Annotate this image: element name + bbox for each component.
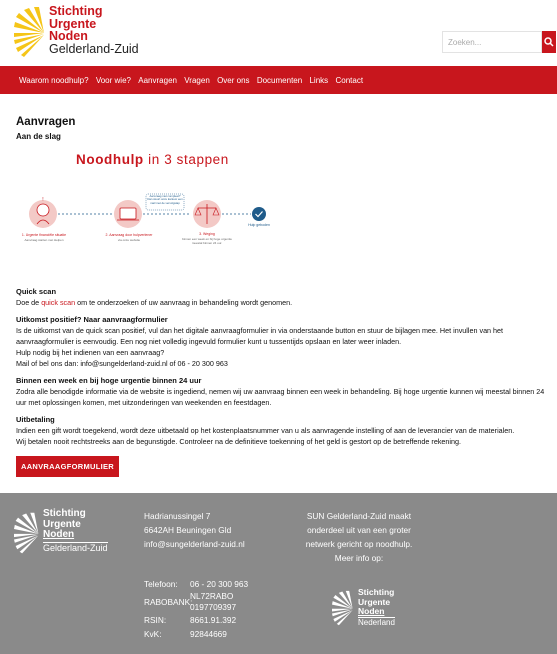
payment-text-1: Indien een gift wordt toegekend, wordt d… — [16, 426, 515, 435]
page-title: Aanvragen — [16, 116, 76, 128]
footer-address: Hadrianussingel 7 6642AH Beuningen Gld i… — [144, 509, 245, 551]
positive-contact: Mail of bel ons dan: info@sungelderland-… — [16, 359, 228, 368]
footer-bank-value-1: NL72RABO — [190, 591, 234, 601]
quickscan-text: Doe de quick scan om te onderzoeken of u… — [16, 297, 556, 308]
process-infographic: Noodhulp in 3 stappen ! 1. Urgente finan… — [16, 152, 316, 252]
search-icon — [544, 37, 554, 47]
quickscan-text-pre: Doe de — [16, 298, 42, 307]
nav-item-vragen[interactable]: Vragen — [184, 76, 210, 85]
site-logo[interactable]: Stichting Urgente Noden Gelderland-Zuid — [14, 3, 154, 63]
sun-rays-icon — [332, 590, 353, 626]
footer-network-line-2: onderdeel uit van een groter — [307, 525, 411, 535]
footer-bank-value-2: 0197709397 — [190, 602, 237, 612]
footer-logo-line-1: Stichting — [43, 508, 86, 519]
nav-item-voor-wie[interactable]: Voor wie? — [96, 76, 131, 85]
footer-city: 6642AH Beuningen Gld — [144, 525, 232, 535]
footer-contact: Telefoon: 06 - 20 300 963 RABOBANK: NL72… — [144, 577, 248, 641]
footer-logo-line-3: Noden — [43, 529, 75, 540]
quickscan-link[interactable]: quick scan — [41, 298, 75, 307]
nav-item-waarom-noodhulp[interactable]: Waarom noodhulp? — [19, 76, 89, 85]
aanvraagformulier-button[interactable]: AANVRAAGFORMULIER — [16, 456, 119, 477]
page-subtitle: Aan de slag — [16, 132, 61, 141]
nav-item-aanvragen[interactable]: Aanvragen — [138, 76, 177, 85]
site-footer: Stichting Urgente Noden Gelderland-Zuid … — [0, 493, 557, 654]
footer-street: Hadrianussingel 7 — [144, 511, 211, 521]
week-text: Zodra alle benodigde informatie via de w… — [16, 387, 545, 407]
footer-network-line-4: Meer info op: — [334, 553, 384, 563]
footer-network-line-1: SUN Gelderland-Zuid maakt — [306, 511, 412, 521]
footer-kvk-key: KvK: — [144, 629, 162, 639]
svg-text:!: ! — [42, 197, 43, 203]
footer-bank-row: RABOBANK: NL72RABO 0197709397 — [144, 591, 248, 613]
footer-logo[interactable]: Stichting Urgente Noden Gelderland-Zuid — [14, 508, 134, 569]
footer-logo-nederland[interactable]: Stichting Urgente Noden Nederland — [332, 587, 432, 633]
week-heading: Binnen een week en bij hoge urgentie bin… — [16, 376, 202, 385]
step3-label: 3. Weging — [199, 232, 215, 236]
step1-label: 1. Urgente financiële situatie — [21, 233, 67, 237]
nav-item-links[interactable]: Links — [309, 76, 328, 85]
footer-phone-row: Telefoon: 06 - 20 300 963 — [144, 577, 248, 591]
content-sections: Quick scan Doe de quick scan om te onder… — [16, 286, 556, 453]
logo-wordmark: Stichting Urgente Noden Gelderland-Zuid — [49, 5, 139, 55]
logo-line-1: Stichting — [49, 4, 103, 18]
section-payment: Uitbetaling Indien een gift wordt toegek… — [16, 414, 556, 447]
footer-phone-value[interactable]: 06 - 20 300 963 — [190, 577, 248, 591]
main-content: Aanvragen Aan de slag Noodhulp in 3 stap… — [16, 116, 556, 477]
payment-text-2: Wij betalen nooit rechtstreeks aan de be… — [16, 437, 461, 446]
logo-line-4: Gelderland-Zuid — [49, 41, 139, 56]
step3-sub: binnen een week en bij hoge urgentie mee… — [182, 237, 232, 245]
nav-item-documenten[interactable]: Documenten — [257, 76, 302, 85]
section-week: Binnen een week en bij hoge urgentie bin… — [16, 375, 556, 408]
footer-rsin-row: RSIN: 8661.91.392 — [144, 613, 248, 627]
footer-logo2-line-3: Noden — [358, 606, 385, 616]
quickscan-text-post: om te onderzoeken of uw aanvraag in beha… — [75, 298, 293, 307]
sun-rays-icon — [14, 512, 39, 554]
footer-bank-key: RABOBANK: — [144, 597, 193, 607]
section-positive: Uitkomst positief? Naar aanvraagformulie… — [16, 314, 556, 369]
search-button[interactable] — [542, 31, 556, 53]
check-icon — [252, 207, 266, 221]
search-input[interactable] — [442, 31, 542, 53]
footer-kvk-value: 92844669 — [190, 629, 227, 639]
step2-sub: via onze website — [117, 238, 141, 242]
footer-network-text: SUN Gelderland-Zuid maakt onderdeel uit … — [300, 509, 418, 565]
positive-text: Is de uitkomst van de quick scan positie… — [16, 326, 504, 346]
main-nav: Waarom noodhulp? Voor wie? Aanvragen Vra… — [0, 66, 557, 94]
footer-kvk-row: KvK: 92844669 — [144, 627, 248, 641]
payment-heading: Uitbetaling — [16, 415, 55, 424]
quickscan-heading: Quick scan — [16, 287, 57, 296]
search-bar — [442, 31, 556, 53]
footer-phone-key: Telefoon: — [144, 579, 178, 589]
logo-line-3: Noden — [49, 29, 88, 43]
footer-rsin-key: RSIN: — [144, 615, 167, 625]
footer-logo2-wordmark: Stichting Urgente Noden Nederland — [358, 587, 395, 627]
sun-rays-icon — [14, 7, 44, 57]
site-header: Stichting Urgente Noden Gelderland-Zuid — [0, 0, 557, 66]
nav-item-over-ons[interactable]: Over ons — [217, 76, 249, 85]
footer-logo-line-4: Gelderland-Zuid — [43, 541, 108, 553]
section-quickscan: Quick scan Doe de quick scan om te onder… — [16, 286, 556, 308]
nav-item-contact[interactable]: Contact — [335, 76, 363, 85]
footer-logo-wordmark: Stichting Urgente Noden Gelderland-Zuid — [43, 508, 108, 553]
positive-heading: Uitkomst positief? Naar aanvraagformulie… — [16, 315, 168, 324]
footer-rsin-value: 8661.91.392 — [190, 615, 237, 625]
footer-email-link[interactable]: info@sungelderland-zuid.nl — [144, 537, 245, 551]
footer-logo2-line-4: Nederland — [358, 616, 395, 627]
laptop-icon — [119, 207, 137, 220]
footer-network-line-3: netwerk gericht op noodhulp. — [305, 539, 413, 549]
done-label: Hulp geboden — [248, 223, 270, 227]
step2-label: 2. Aanvraag door hulpverlener — [105, 233, 153, 237]
callout-text: Aanvraag niet compleet? Dan stuurt onze … — [147, 194, 183, 205]
person-stressed-icon — [36, 203, 50, 217]
footer-bank-value: NL72RABO 0197709397 — [190, 591, 236, 613]
positive-help: Hulp nodig bij het indienen van een aanv… — [16, 348, 165, 357]
step1-sub: Aanvraag starten met Helpen — [24, 238, 64, 242]
